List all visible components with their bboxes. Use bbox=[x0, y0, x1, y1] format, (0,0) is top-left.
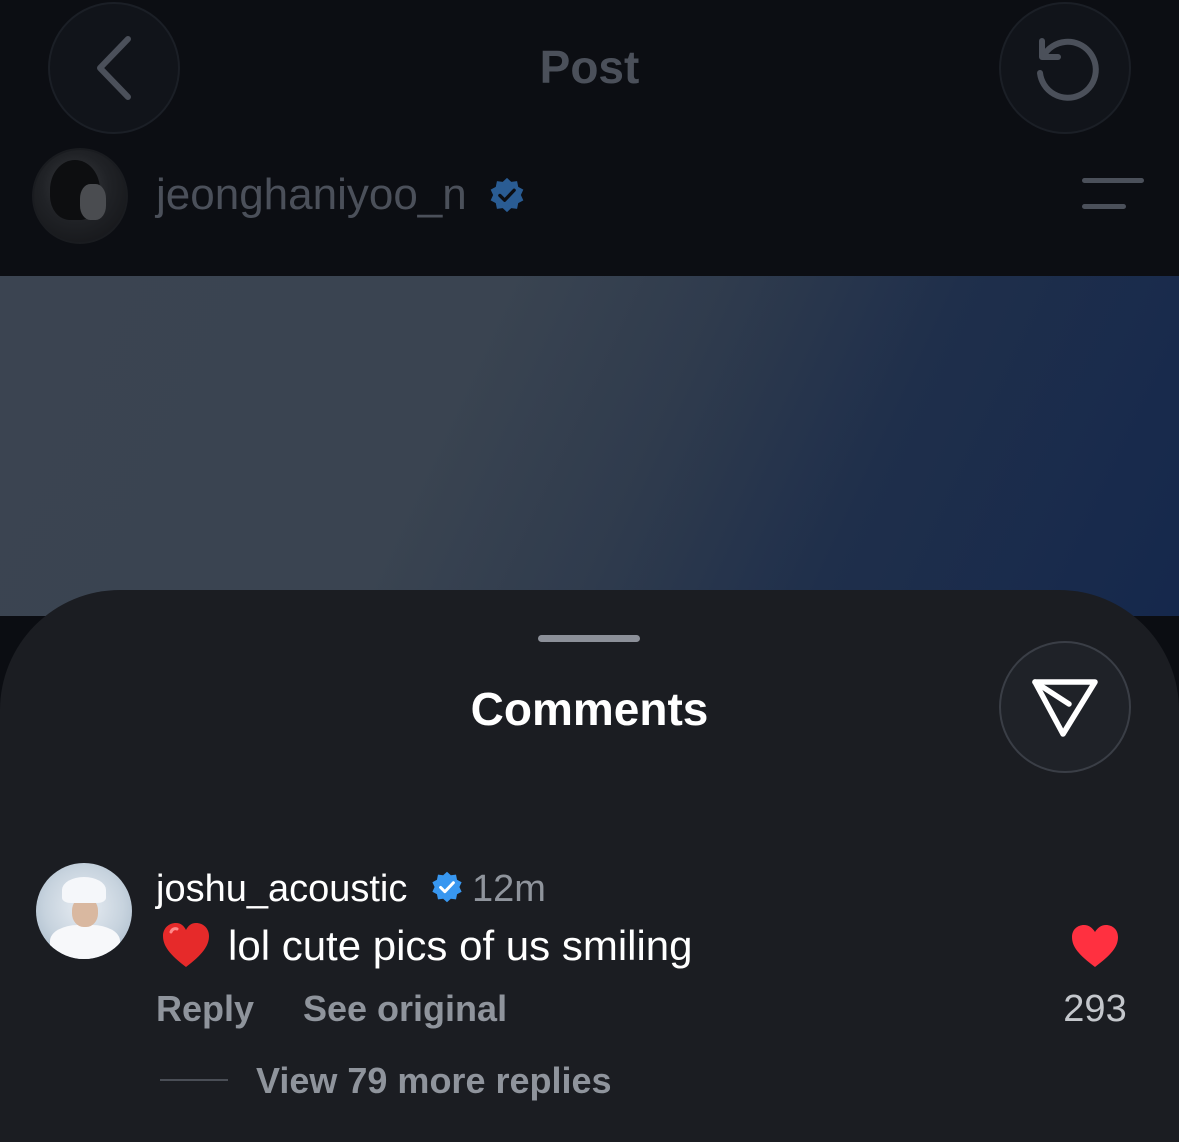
author-avatar[interactable] bbox=[32, 148, 128, 244]
refresh-icon bbox=[1037, 38, 1099, 101]
comment-text: lol cute pics of us smiling bbox=[228, 922, 693, 969]
like-count: 293 bbox=[1063, 988, 1127, 1030]
author-username[interactable]: jeonghaniyoo_n bbox=[156, 170, 467, 220]
commenter-username[interactable]: joshu_acoustic bbox=[156, 868, 407, 911]
post-image[interactable] bbox=[0, 276, 1179, 616]
sheet-grabber[interactable] bbox=[538, 635, 640, 642]
share-button[interactable] bbox=[999, 641, 1131, 773]
comment-timestamp: 12m bbox=[472, 868, 546, 910]
reply-button[interactable]: Reply bbox=[156, 988, 254, 1030]
commenter-avatar[interactable] bbox=[36, 863, 132, 959]
verified-badge-icon bbox=[432, 871, 462, 903]
see-original-button[interactable]: See original bbox=[303, 988, 507, 1030]
refresh-button[interactable] bbox=[999, 2, 1131, 134]
menu-icon[interactable] bbox=[1082, 178, 1144, 212]
send-icon bbox=[1032, 679, 1098, 737]
verified-badge-icon bbox=[490, 177, 524, 213]
replies-divider bbox=[160, 1079, 228, 1081]
view-replies-button[interactable]: View 79 more replies bbox=[256, 1060, 612, 1102]
post-header: Post jeonghaniyoo_n bbox=[0, 0, 1179, 276]
comments-sheet: Comments joshu_acoustic 12m lol cute pic… bbox=[0, 590, 1179, 1142]
red-heart-emoji-icon bbox=[163, 923, 209, 967]
heart-icon[interactable] bbox=[1070, 923, 1120, 969]
